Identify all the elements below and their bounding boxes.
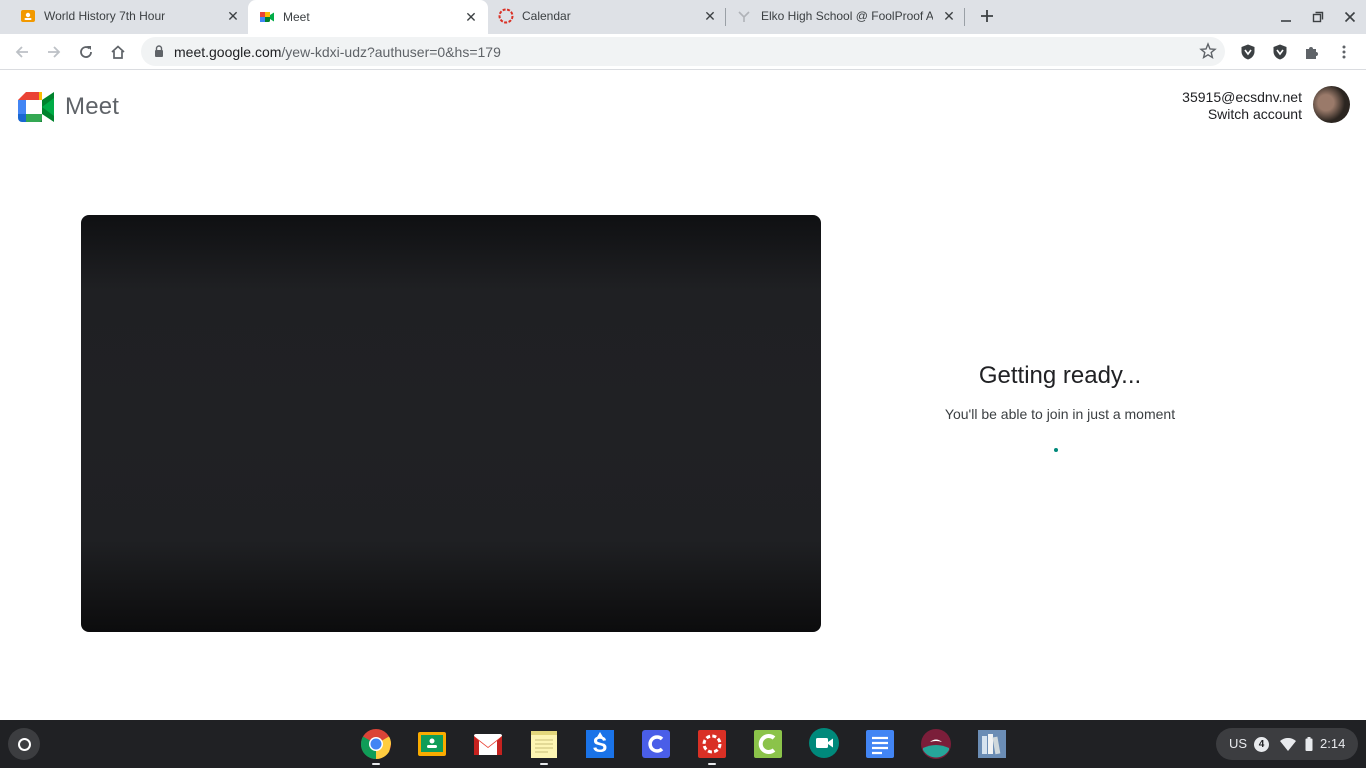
reload-icon bbox=[80, 46, 92, 58]
minimize-icon bbox=[1281, 20, 1291, 22]
classroom-icon bbox=[21, 10, 35, 22]
meet-icon bbox=[260, 12, 274, 22]
url-path: /yew-kdxi-udz?authuser=0&hs=179 bbox=[281, 44, 501, 60]
puzzle-icon bbox=[1306, 47, 1318, 59]
loading-spinner bbox=[1054, 448, 1058, 452]
close-icon[interactable]: ✕ bbox=[702, 8, 718, 24]
minimize-button[interactable] bbox=[1276, 7, 1296, 27]
calendar-icon bbox=[498, 8, 514, 24]
meet-logo-icon bbox=[18, 92, 54, 122]
tab-title: Calendar bbox=[522, 9, 571, 23]
home-icon bbox=[111, 45, 125, 59]
plus-icon bbox=[981, 10, 993, 22]
clock: 2:14 bbox=[1320, 736, 1346, 751]
meet-icon[interactable] bbox=[808, 728, 840, 760]
close-icon[interactable]: ✕ bbox=[941, 8, 957, 24]
notes-icon[interactable] bbox=[528, 728, 560, 760]
cambium-icon[interactable] bbox=[696, 728, 728, 760]
tab-meet[interactable]: Meet ✕ bbox=[248, 0, 488, 34]
browser-toolbar: meet.google.com/yew-kdxi-udz?authuser=0&… bbox=[0, 34, 1366, 70]
battery-icon bbox=[1305, 737, 1313, 751]
account-info: 35915@ecsdnv.net Switch account bbox=[1182, 89, 1302, 123]
classroom-icon[interactable] bbox=[416, 728, 448, 760]
forward-button[interactable] bbox=[42, 40, 66, 64]
restore-icon bbox=[1312, 11, 1324, 23]
foolproof-icon bbox=[738, 11, 750, 22]
c-green-app-icon[interactable] bbox=[752, 728, 784, 760]
docs-icon[interactable] bbox=[864, 728, 896, 760]
input-method: US bbox=[1229, 736, 1248, 751]
tab-world-history[interactable]: World History 7th Hour ✕ bbox=[8, 0, 248, 32]
lock-icon bbox=[155, 45, 163, 57]
running-indicator bbox=[708, 763, 716, 765]
close-icon[interactable]: ✕ bbox=[225, 8, 241, 24]
address-bar[interactable]: meet.google.com/yew-kdxi-udz?authuser=0&… bbox=[141, 37, 1225, 66]
url-host: meet.google.com bbox=[174, 44, 282, 60]
running-indicator bbox=[372, 763, 380, 765]
close-window-button[interactable] bbox=[1340, 7, 1360, 27]
tab-separator bbox=[964, 8, 965, 26]
bookmark-star-icon[interactable] bbox=[1199, 42, 1217, 60]
tab-calendar[interactable]: Calendar ✕ bbox=[489, 0, 725, 32]
switch-account-link[interactable]: Switch account bbox=[1182, 106, 1302, 123]
close-icon bbox=[1344, 11, 1356, 23]
launcher-icon bbox=[17, 737, 31, 751]
video-preview bbox=[81, 215, 821, 632]
chrome-icon[interactable] bbox=[360, 728, 392, 760]
wifi-icon bbox=[1280, 738, 1296, 751]
launcher-button[interactable] bbox=[8, 728, 40, 760]
account-email: 35915@ecsdnv.net bbox=[1182, 89, 1302, 105]
status-subtitle: You'll be able to join in just a moment bbox=[944, 406, 1176, 422]
shelf: S US 4 2:14 bbox=[0, 720, 1366, 768]
shield-extension-icon bbox=[1273, 44, 1287, 60]
shield-extension-icon bbox=[1241, 44, 1255, 60]
status-title: Getting ready... bbox=[978, 362, 1142, 389]
running-indicator bbox=[540, 763, 548, 765]
gmail-icon[interactable] bbox=[472, 728, 504, 760]
c-app-icon[interactable] bbox=[640, 728, 672, 760]
restore-button[interactable] bbox=[1308, 7, 1328, 27]
books-app-icon[interactable] bbox=[976, 728, 1008, 760]
bird-app-icon[interactable] bbox=[920, 728, 952, 760]
tab-title: Elko High School @ FoolProof A bbox=[761, 9, 933, 23]
status-tray[interactable]: US 4 2:14 bbox=[1216, 728, 1358, 760]
arrow-left-icon bbox=[15, 46, 28, 58]
app-title: Meet bbox=[65, 93, 120, 120]
back-button[interactable] bbox=[10, 40, 34, 64]
reload-button[interactable] bbox=[74, 40, 98, 64]
new-tab-button[interactable] bbox=[977, 6, 997, 26]
tab-separator bbox=[725, 8, 726, 26]
home-button[interactable] bbox=[106, 40, 130, 64]
s-app-icon[interactable]: S bbox=[584, 728, 616, 760]
notification-count-badge: 4 bbox=[1254, 737, 1269, 752]
close-icon[interactable]: ✕ bbox=[463, 9, 479, 25]
tab-title: Meet bbox=[283, 10, 310, 24]
browser-menu-button[interactable] bbox=[1332, 40, 1356, 64]
tab-title: World History 7th Hour bbox=[44, 9, 166, 23]
tab-strip: World History 7th Hour ✕ Meet ✕ Calendar… bbox=[0, 0, 1366, 34]
extension-button[interactable] bbox=[1236, 40, 1260, 64]
extension-button[interactable] bbox=[1268, 40, 1292, 64]
tab-foolproof[interactable]: Elko High School @ FoolProof A ✕ bbox=[727, 0, 963, 32]
extensions-menu-button[interactable] bbox=[1300, 40, 1324, 64]
more-vert-icon bbox=[1342, 45, 1346, 59]
arrow-right-icon bbox=[48, 46, 61, 58]
avatar[interactable] bbox=[1313, 86, 1350, 123]
url-text: meet.google.com/yew-kdxi-udz?authuser=0&… bbox=[174, 44, 501, 60]
